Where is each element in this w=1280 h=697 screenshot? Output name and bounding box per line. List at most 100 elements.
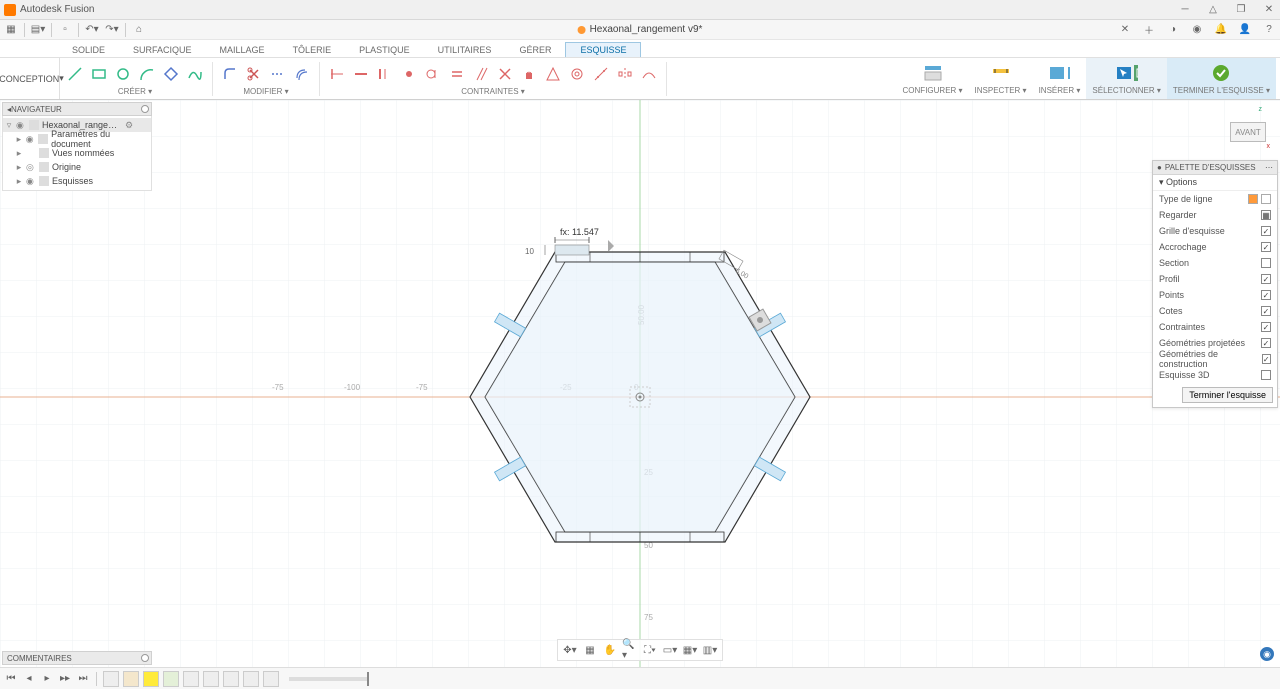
parallel-constraint-icon[interactable] <box>472 65 490 83</box>
arc-tool-icon[interactable] <box>138 65 156 83</box>
job-status-icon[interactable]: ◉ <box>1190 23 1204 37</box>
circle-tool-icon[interactable] <box>114 65 132 83</box>
tab-esquisse[interactable]: ESQUISSE <box>565 42 641 57</box>
timeline-feature-5[interactable] <box>183 671 199 687</box>
checkbox[interactable]: ✓ <box>1261 242 1271 252</box>
checkbox[interactable]: ✓ <box>1261 338 1271 348</box>
timeline-feature-3-active[interactable] <box>143 671 159 687</box>
collapse-icon[interactable] <box>141 654 149 662</box>
notifications-icon[interactable]: 🔔 <box>1214 23 1228 37</box>
workspace-selector[interactable]: CONCEPTION ▾ <box>4 58 60 99</box>
lookat-icon[interactable]: ▦ <box>582 642 598 658</box>
timeline-prev-icon[interactable]: ◂ <box>22 672 36 686</box>
timeline-marker[interactable] <box>367 672 369 686</box>
timeline-feature-6[interactable] <box>203 671 219 687</box>
symmetry-constraint-icon[interactable] <box>616 65 634 83</box>
coincident-constraint-icon[interactable] <box>400 65 418 83</box>
tree-item-esquisses[interactable]: ▸◉ Esquisses <box>3 174 151 188</box>
extensions-icon[interactable]: ◑ <box>1166 23 1180 37</box>
save-icon[interactable]: ▫ <box>58 23 72 37</box>
timeline-feature-7[interactable] <box>223 671 239 687</box>
timeline-feature-9[interactable] <box>263 671 279 687</box>
spline-tool-icon[interactable] <box>186 65 204 83</box>
comments-panel-header[interactable]: COMMENTAIRES <box>2 651 152 665</box>
concentric-constraint-icon[interactable] <box>568 65 586 83</box>
undo-icon[interactable]: ↶▾ <box>85 23 99 37</box>
inserer-button[interactable]: INSÉRER ▾ <box>1033 58 1087 99</box>
grid-setting-icon[interactable]: ▦▾ <box>682 642 698 658</box>
sketch-palette-options[interactable]: ▾ Options <box>1153 175 1277 191</box>
redo-icon[interactable]: ↷▾ <box>105 23 119 37</box>
pan-icon[interactable]: ✋ <box>602 642 618 658</box>
view-cube[interactable]: AVANT z x <box>1222 106 1270 154</box>
tree-item-parametres[interactable]: ▸◉ Paramètres du document <box>3 132 151 146</box>
tangent-constraint-icon[interactable] <box>424 65 442 83</box>
fix-constraint-icon[interactable] <box>520 65 538 83</box>
grid-menu-icon[interactable]: ▦ <box>4 23 18 37</box>
tab-solide[interactable]: SOLIDE <box>58 43 119 57</box>
file-menu-icon[interactable]: ▤▾ <box>31 23 45 37</box>
orbit-icon[interactable]: ✥▾ <box>562 642 578 658</box>
timeline-feature-8[interactable] <box>243 671 259 687</box>
offset-tool-icon[interactable] <box>293 65 311 83</box>
help-icon[interactable]: ? <box>1262 23 1276 37</box>
timeline-track[interactable] <box>289 677 369 681</box>
line-tool-icon[interactable] <box>66 65 84 83</box>
checkbox[interactable]: ✓ <box>1261 322 1271 332</box>
polygon-tool-icon[interactable] <box>162 65 180 83</box>
new-tab-icon[interactable]: ✕ <box>1118 23 1132 37</box>
timeline-play-icon[interactable]: ▸ <box>40 672 54 686</box>
equal-constraint-icon[interactable] <box>448 65 466 83</box>
tab-utilitaires[interactable]: UTILITAIRES <box>424 43 506 57</box>
document-tab[interactable]: Hexaonal_rangement v9* <box>578 24 703 35</box>
checkbox[interactable]: ✓ <box>1262 354 1271 364</box>
timeline-next-icon[interactable]: ▸▸ <box>58 672 72 686</box>
fillet-tool-icon[interactable] <box>221 65 239 83</box>
vertical-constraint-icon[interactable] <box>376 65 394 83</box>
tab-maillage[interactable]: MAILLAGE <box>206 43 279 57</box>
group-label[interactable]: CRÉER ▾ <box>118 87 152 96</box>
feedback-icon[interactable]: ◉ <box>1260 647 1274 661</box>
midpoint-constraint-icon[interactable] <box>544 65 562 83</box>
tab-plastique[interactable]: PLASTIQUE <box>345 43 424 57</box>
tab-surfacique[interactable]: SURFACIQUE <box>119 43 206 57</box>
window-restore[interactable]: ❐ <box>1234 3 1248 17</box>
line-type-toggle[interactable] <box>1248 194 1271 204</box>
configurer-button[interactable]: CONFIGURER ▾ <box>897 58 969 99</box>
display-icon[interactable]: ▭▾ <box>662 642 678 658</box>
collinear-constraint-icon[interactable] <box>592 65 610 83</box>
dimension-tool-icon[interactable] <box>328 65 346 83</box>
checkbox[interactable] <box>1261 258 1271 268</box>
timeline-end-icon[interactable]: ⏭ <box>76 672 90 686</box>
checkbox[interactable] <box>1261 370 1271 380</box>
inspecter-button[interactable]: INSPECTER ▾ <box>969 58 1033 99</box>
terminer-esquisse-button[interactable]: TERMINER L'ESQUISSE ▾ <box>1167 58 1276 99</box>
collapse-icon[interactable] <box>141 105 149 113</box>
browser-header[interactable]: ◂ NAVIGATEUR <box>2 102 152 116</box>
window-minimize[interactable]: ─ <box>1178 3 1192 17</box>
add-tab-icon[interactable]: ＋ <box>1142 23 1156 37</box>
checkbox[interactable]: ✓ <box>1261 306 1271 316</box>
extend-tool-icon[interactable] <box>269 65 287 83</box>
checkbox[interactable]: ✓ <box>1261 226 1271 236</box>
trim-tool-icon[interactable] <box>245 65 263 83</box>
timeline-feature-1[interactable] <box>103 671 119 687</box>
curvature-constraint-icon[interactable] <box>640 65 658 83</box>
fit-icon[interactable]: ⛶▾ <box>642 642 658 658</box>
lookat-button[interactable]: ▦ <box>1261 210 1271 220</box>
checkbox[interactable]: ✓ <box>1261 274 1271 284</box>
checkbox[interactable]: ✓ <box>1261 290 1271 300</box>
user-icon[interactable]: 👤 <box>1238 23 1252 37</box>
rectangle-tool-icon[interactable] <box>90 65 108 83</box>
window-maximize[interactable]: △ <box>1206 3 1220 17</box>
timeline-feature-2[interactable] <box>123 671 139 687</box>
group-label[interactable]: MODIFIER ▾ <box>243 87 288 96</box>
sketch-palette-title[interactable]: ● PALETTE D'ESQUISSES⋯ <box>1153 161 1277 175</box>
perpendicular-constraint-icon[interactable] <box>496 65 514 83</box>
tree-item-origine[interactable]: ▸◎ Origine <box>3 160 151 174</box>
home-icon[interactable]: ⌂ <box>132 23 146 37</box>
tab-gerer[interactable]: GÉRER <box>505 43 565 57</box>
horizontal-constraint-icon[interactable] <box>352 65 370 83</box>
group-label[interactable]: CONTRAINTES ▾ <box>461 87 525 96</box>
viewport-icon[interactable]: ▥▾ <box>702 642 718 658</box>
